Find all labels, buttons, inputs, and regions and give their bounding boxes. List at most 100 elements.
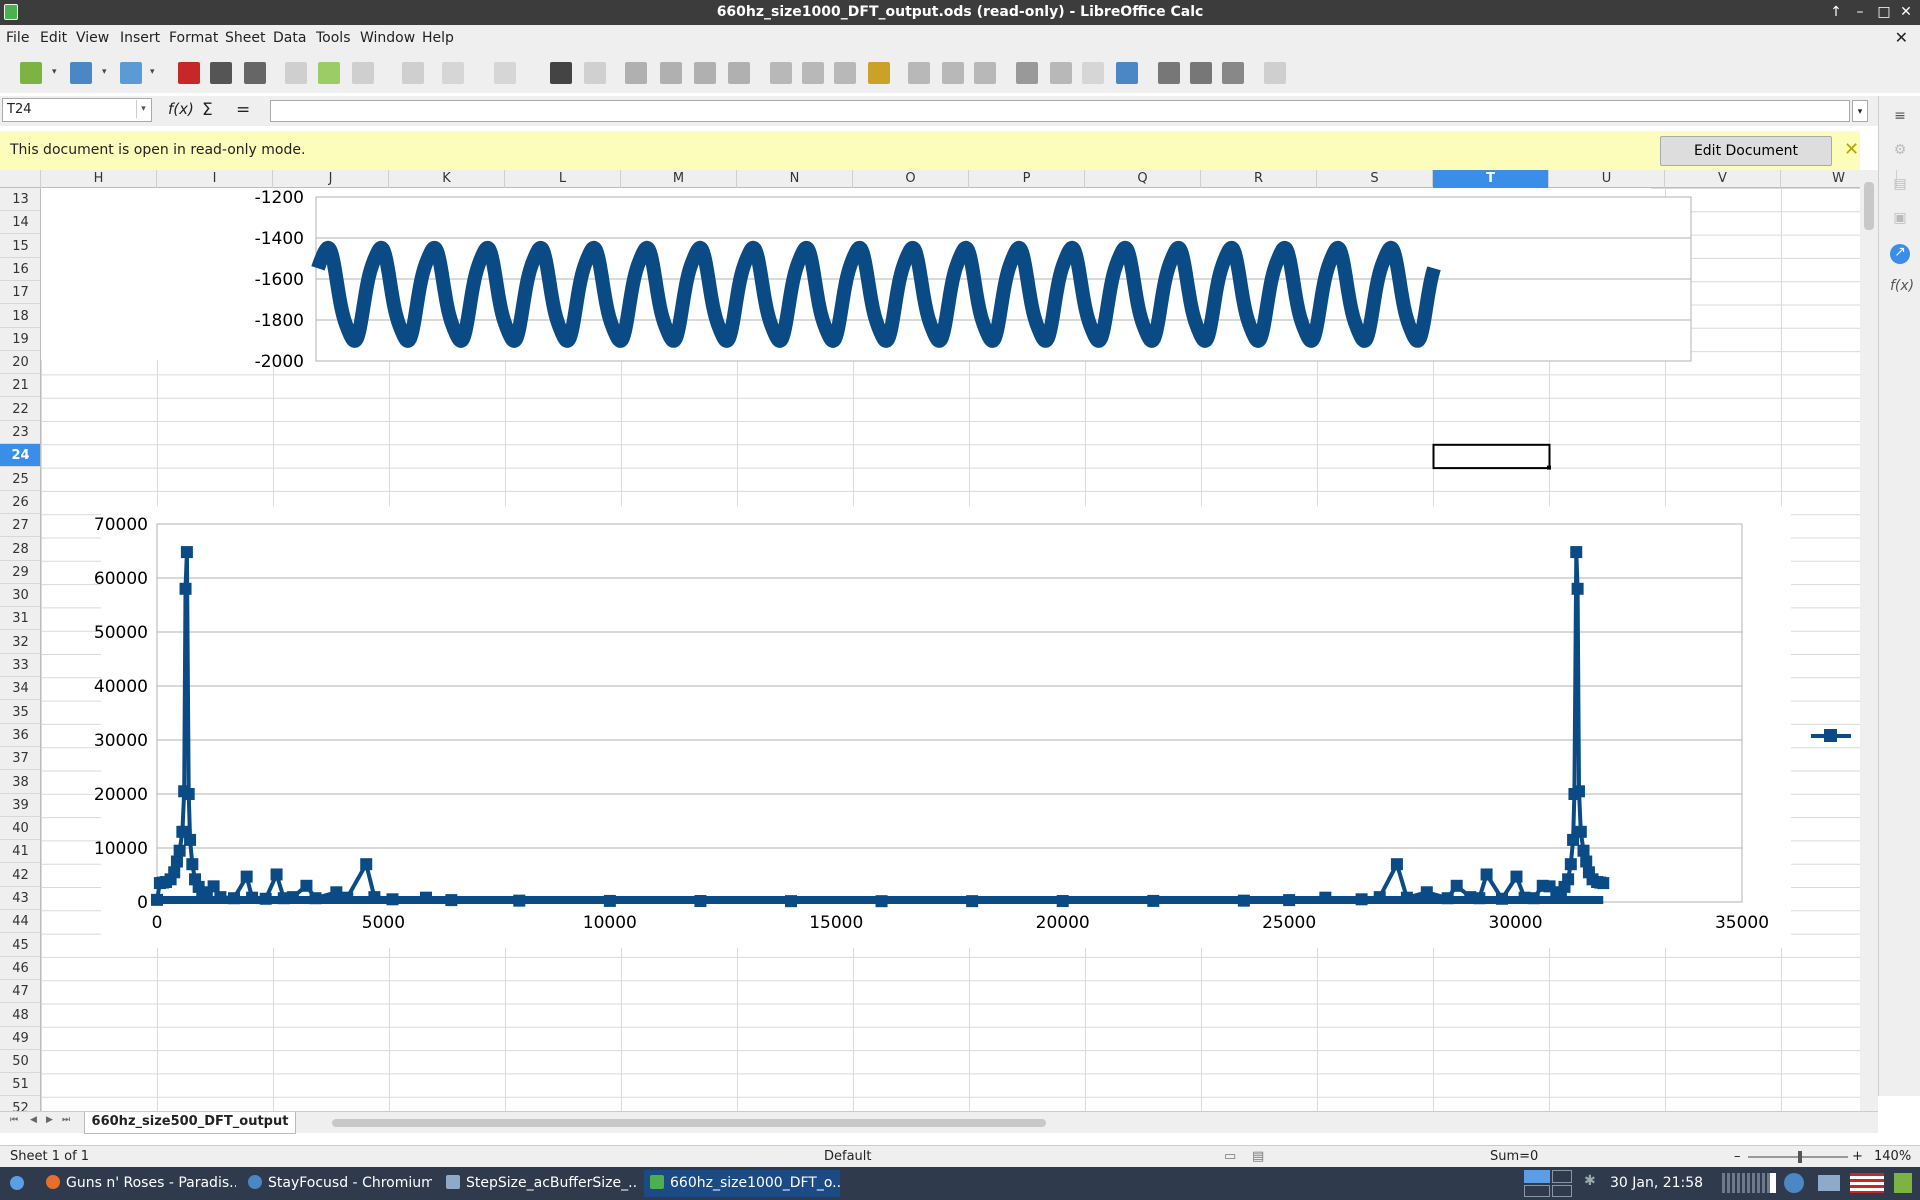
next-sheet-icon[interactable]: ▶	[46, 1115, 53, 1125]
maximize-button[interactable]: □	[1874, 2, 1894, 22]
row-header-37[interactable]: 37	[0, 747, 40, 771]
headers-footers-icon[interactable]	[1116, 62, 1138, 84]
row-header-42[interactable]: 42	[0, 864, 40, 887]
chromium-launcher-icon[interactable]	[1784, 1173, 1804, 1193]
clock[interactable]: 30 Jan, 21:58	[1610, 1175, 1703, 1191]
horizontal-scroll-thumb[interactable]	[332, 1119, 1046, 1127]
menu-data[interactable]: Data	[273, 30, 306, 46]
column-header-j[interactable]: J	[273, 170, 389, 188]
row-header-52[interactable]: 52	[0, 1097, 40, 1111]
copy-icon[interactable]	[318, 62, 340, 84]
workspace-2[interactable]	[1552, 1170, 1572, 1183]
row-header-20[interactable]: 20	[0, 351, 40, 375]
row-header-24[interactable]: 24	[0, 444, 40, 468]
save-dropdown-icon[interactable]: ▾	[150, 67, 158, 77]
column-header-s[interactable]: S	[1317, 170, 1433, 188]
row-header-25[interactable]: 25	[0, 468, 40, 491]
menu-view[interactable]: View	[76, 30, 109, 46]
row-header-51[interactable]: 51	[0, 1073, 40, 1097]
zoom-level[interactable]: 140%	[1874, 1149, 1911, 1164]
row-header-39[interactable]: 39	[0, 794, 40, 817]
minimize-button[interactable]: –	[1850, 2, 1870, 22]
menu-insert[interactable]: Insert	[120, 30, 160, 46]
row-header-46[interactable]: 46	[0, 957, 40, 980]
column-header-l[interactable]: L	[505, 170, 621, 188]
paste-icon[interactable]	[352, 62, 374, 84]
navigator-icon[interactable]: ↗	[1890, 244, 1910, 264]
zoom-out-icon[interactable]: –	[1734, 1149, 1741, 1164]
column-header-r[interactable]: R	[1201, 170, 1317, 188]
sum-icon[interactable]: Σ	[202, 100, 213, 120]
zoom-slider-thumb[interactable]	[1798, 1151, 1802, 1163]
column-header-m[interactable]: M	[621, 170, 737, 188]
functions-icon[interactable]: f(x)	[1890, 278, 1914, 298]
vertical-scroll-thumb[interactable]	[1864, 182, 1874, 230]
row-header-22[interactable]: 22	[0, 398, 40, 421]
prev-sheet-icon[interactable]: ◀	[30, 1115, 37, 1125]
autofilter-icon[interactable]	[868, 62, 890, 84]
spelling-icon[interactable]	[584, 62, 606, 84]
column-icon[interactable]	[660, 62, 682, 84]
row-header-21[interactable]: 21	[0, 374, 40, 398]
pivot-table-icon[interactable]	[974, 62, 996, 84]
print-preview-icon[interactable]	[244, 62, 266, 84]
comment-icon[interactable]	[1082, 62, 1104, 84]
formula-equals-icon[interactable]: =	[236, 100, 250, 120]
row-header-26[interactable]: 26	[0, 491, 40, 514]
undo-icon[interactable]	[442, 62, 464, 84]
export-pdf-icon[interactable]	[178, 62, 200, 84]
workspace-3[interactable]	[1524, 1185, 1550, 1197]
delete-cells-icon[interactable]	[728, 62, 750, 84]
row-header-17[interactable]: 17	[0, 281, 40, 305]
edit-document-button[interactable]: Edit Document	[1660, 136, 1832, 166]
function-wizard-icon[interactable]: f(x)	[168, 100, 194, 118]
freeze-rows-icon[interactable]	[1190, 62, 1212, 84]
find-replace-icon[interactable]	[550, 62, 572, 84]
define-print-area-icon[interactable]	[1158, 62, 1180, 84]
row-header-50[interactable]: 50	[0, 1050, 40, 1074]
file-manager-launcher-icon[interactable]	[1818, 1175, 1840, 1191]
bluetooth-icon[interactable]: ✱	[1584, 1173, 1596, 1189]
task-stepsize-folder[interactable]: StepSize_acBufferSize_...	[440, 1170, 638, 1197]
properties-icon[interactable]: ⚙	[1890, 142, 1910, 162]
print-icon[interactable]	[210, 62, 232, 84]
draw-functions-icon[interactable]	[1264, 62, 1286, 84]
column-header-u[interactable]: U	[1549, 170, 1665, 188]
sheet-tab[interactable]: 660hz_size500_DFT_output	[84, 1112, 296, 1134]
row-header-40[interactable]: 40	[0, 817, 40, 841]
menu-format[interactable]: Format	[169, 30, 218, 46]
row-header-47[interactable]: 47	[0, 980, 40, 1004]
column-header-o[interactable]: O	[853, 170, 969, 188]
row-header-18[interactable]: 18	[0, 305, 40, 328]
column-header-p[interactable]: P	[969, 170, 1085, 188]
column-header-w[interactable]: W	[1781, 170, 1897, 188]
column-header-q[interactable]: Q	[1085, 170, 1201, 188]
zoom-in-icon[interactable]: +	[1852, 1149, 1863, 1164]
new-dropdown-icon[interactable]: ▾	[52, 67, 60, 77]
row-header-45[interactable]: 45	[0, 934, 40, 957]
cell-grid[interactable]: -1200 -1400 -1600 -1800 -2000 70000 60000 50000…	[41, 188, 1860, 1111]
expand-formula-bar-icon[interactable]: ▾	[1852, 100, 1868, 122]
redo-icon[interactable]	[494, 62, 516, 84]
close-infobar-icon[interactable]: ✕	[1844, 139, 1859, 160]
workspace-4[interactable]	[1552, 1185, 1572, 1197]
select-all-corner[interactable]	[0, 170, 41, 188]
column-header-v[interactable]: V	[1665, 170, 1781, 188]
open-dropdown-icon[interactable]: ▾	[102, 67, 110, 77]
menu-edit[interactable]: Edit	[40, 30, 67, 46]
row-header-32[interactable]: 32	[0, 631, 40, 654]
special-character-icon[interactable]	[1016, 62, 1038, 84]
row-header-33[interactable]: 33	[0, 654, 40, 677]
close-document-icon[interactable]: ✕	[1895, 28, 1908, 47]
start-menu-icon[interactable]	[4, 1170, 30, 1197]
column-header-i[interactable]: I	[157, 170, 273, 188]
task-calc[interactable]: 660hz_size1000_DFT_o...	[644, 1170, 840, 1197]
sort-ascending-icon[interactable]	[802, 62, 824, 84]
vertical-scrollbar[interactable]	[1860, 170, 1878, 1111]
row-header-28[interactable]: 28	[0, 538, 40, 561]
menu-window[interactable]: Window	[360, 30, 415, 46]
row-header-27[interactable]: 27	[0, 514, 40, 538]
gallery-icon[interactable]: ▣	[1890, 210, 1910, 230]
menu-file[interactable]: File	[6, 30, 29, 46]
sidebar-menu-icon[interactable]: ≡	[1890, 108, 1910, 128]
